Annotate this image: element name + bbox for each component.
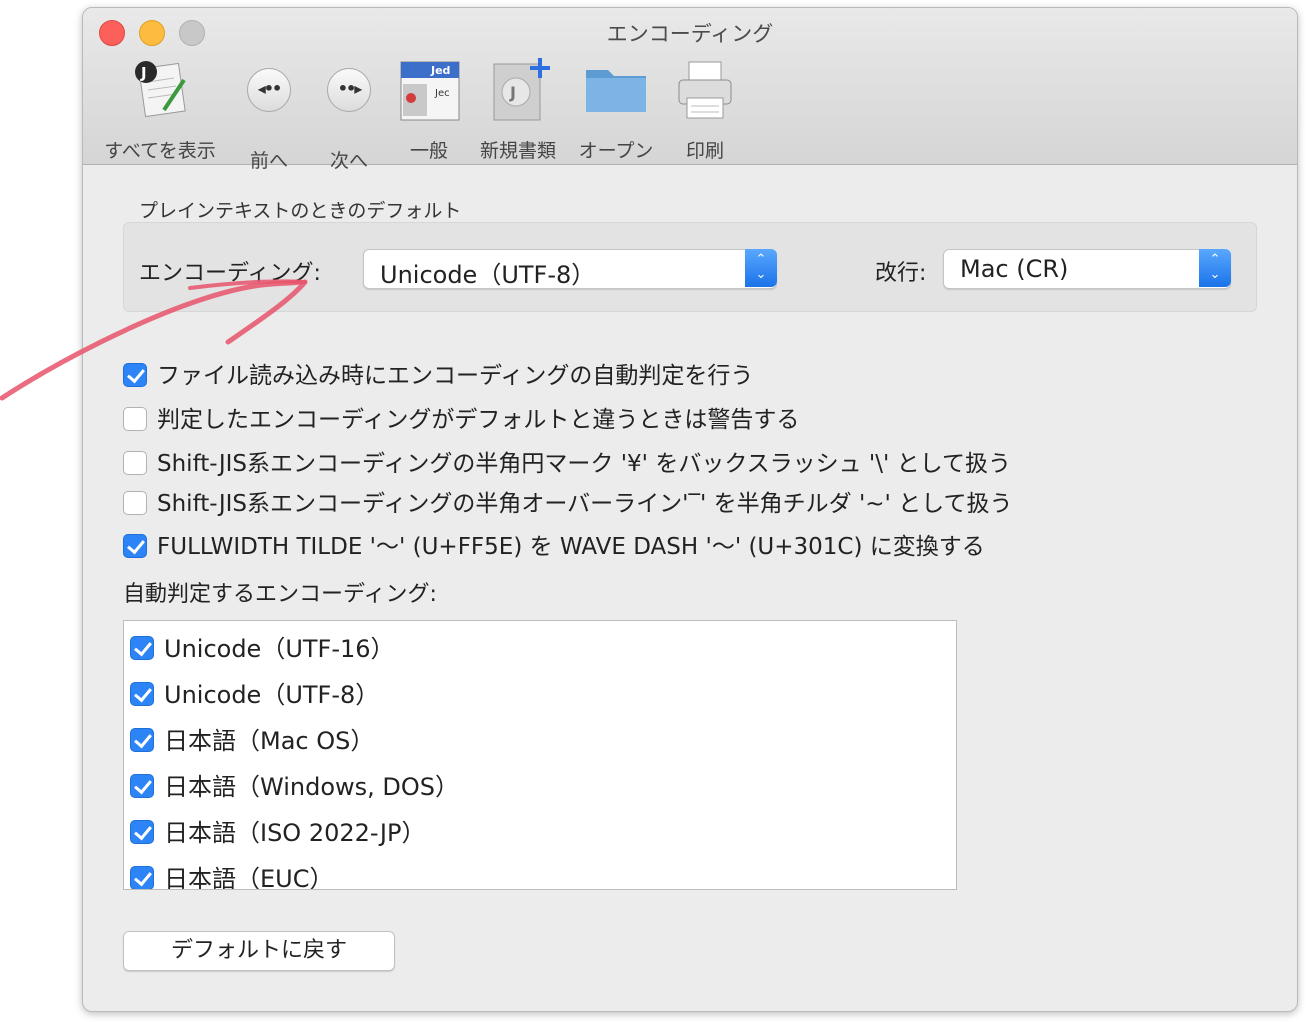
toolbar-label: 前へ	[249, 150, 288, 172]
list-item-label: 日本語（EUC）	[164, 865, 334, 890]
checkbox[interactable]	[130, 636, 154, 660]
checkbox[interactable]	[123, 490, 147, 515]
toolbar-label: 一般	[409, 140, 448, 162]
list-item[interactable]: 日本語（EUC）	[130, 859, 334, 890]
jedit-show-all-icon: J	[128, 58, 192, 122]
option-fullwidth-tilde[interactable]: FULLWIDTH TILDE '〜' (U+FF5E) を WAVE DASH…	[123, 527, 985, 561]
toolbar-show-all[interactable]: J すべてを表示	[95, 58, 225, 162]
window-title: エンコーディング	[606, 22, 774, 46]
list-item-label: 日本語（ISO 2022-JP）	[164, 819, 426, 847]
checkbox[interactable]	[130, 820, 154, 844]
svg-text:J: J	[509, 83, 516, 102]
checkbox[interactable]	[123, 533, 147, 558]
toolbar-label: 新規書類	[479, 140, 556, 162]
preferences-window: エンコーディング J すべてを表示 ◂•• 前へ ••▸ 次へ Jed Jec …	[82, 7, 1298, 1012]
folder-icon	[584, 58, 648, 122]
printer-icon	[673, 58, 737, 122]
toolbar-back[interactable]: ◂•• 前へ	[233, 58, 305, 172]
list-item-label: Unicode（UTF-8）	[164, 681, 380, 709]
toolbar-forward[interactable]: ••▸ 次へ	[313, 58, 385, 172]
option-label: FULLWIDTH TILDE '〜' (U+FF5E) を WAVE DASH…	[157, 534, 985, 560]
titlebar: エンコーディング J すべてを表示 ◂•• 前へ ••▸ 次へ Jed Jec …	[83, 8, 1297, 172]
list-item[interactable]: Unicode（UTF-8）	[130, 675, 379, 710]
encoding-popup[interactable]: Unicode（UTF-8） ⌃ ⌄	[363, 249, 777, 289]
toolbar-label: 印刷	[685, 140, 724, 162]
general-icon: Jed Jec	[397, 58, 461, 122]
list-item[interactable]: 日本語（ISO 2022-JP）	[130, 813, 425, 848]
toolbar-open[interactable]: オープン	[571, 58, 661, 162]
option-yen-backslash[interactable]: Shift-JIS系エンコーディングの半角円マーク '¥' をバックスラッシュ …	[123, 444, 1011, 478]
checkbox[interactable]	[130, 728, 154, 752]
toolbar-label: すべてを表示	[104, 140, 216, 162]
encoding-value: Unicode（UTF-8）	[380, 261, 596, 289]
checkbox[interactable]	[123, 450, 147, 475]
toolbar-new-document[interactable]: J 新規書類	[473, 58, 563, 162]
svg-text:J: J	[140, 64, 147, 82]
svg-text:Jed: Jed	[430, 64, 450, 77]
forward-icon: ••▸	[317, 68, 381, 132]
toolbar-label: 次へ	[329, 150, 368, 172]
toolbar-print[interactable]: 印刷	[669, 58, 741, 162]
option-label: ファイル読み込み時にエンコーディングの自動判定を行う	[157, 363, 754, 389]
new-document-icon: J	[486, 58, 550, 122]
toolbar-label: オープン	[578, 140, 654, 162]
updown-chevron-icon: ⌃ ⌄	[1199, 249, 1231, 287]
plain-default-title: プレインテキストのときのデフォルト	[139, 200, 462, 222]
reset-defaults-button[interactable]: デフォルトに戻す	[123, 931, 395, 971]
linebreak-label: 改行:	[875, 261, 927, 286]
svg-text:Jec: Jec	[434, 88, 450, 99]
checkbox[interactable]	[123, 406, 147, 431]
auto-detect-title: 自動判定するエンコーディング:	[123, 582, 437, 607]
option-auto-detect[interactable]: ファイル読み込み時にエンコーディングの自動判定を行う	[123, 356, 753, 390]
list-item[interactable]: 日本語（Windows, DOS）	[130, 767, 459, 802]
encoding-label: エンコーディング:	[139, 261, 321, 286]
option-overline-tilde[interactable]: Shift-JIS系エンコーディングの半角オーバーライン'‾' を半角チルダ '…	[123, 484, 1013, 518]
auto-detect-list[interactable]: Unicode（UTF-16） Unicode（UTF-8） 日本語（Mac O…	[123, 620, 957, 890]
linebreak-popup[interactable]: Mac (CR) ⌃ ⌄	[943, 249, 1231, 289]
checkbox[interactable]	[130, 682, 154, 706]
updown-chevron-icon: ⌃ ⌄	[745, 249, 777, 287]
list-item[interactable]: 日本語（Mac OS）	[130, 721, 374, 756]
toolbar-general[interactable]: Jed Jec 一般	[393, 58, 465, 162]
checkbox[interactable]	[130, 774, 154, 798]
list-item[interactable]: Unicode（UTF-16）	[130, 629, 395, 664]
list-item-label: Unicode（UTF-16）	[164, 635, 395, 663]
back-icon: ◂••	[237, 68, 301, 132]
checkbox[interactable]	[130, 866, 154, 889]
option-label: Shift-JIS系エンコーディングの半角オーバーライン'‾' を半角チルダ '…	[157, 491, 1013, 517]
linebreak-value: Mac (CR)	[960, 255, 1069, 283]
option-warn-mismatch[interactable]: 判定したエンコーディングがデフォルトと違うときは警告する	[123, 400, 799, 434]
list-item-label: 日本語（Windows, DOS）	[164, 773, 459, 801]
option-label: Shift-JIS系エンコーディングの半角円マーク '¥' をバックスラッシュ …	[157, 451, 1011, 477]
list-item-label: 日本語（Mac OS）	[164, 727, 375, 755]
checkbox[interactable]	[123, 362, 147, 387]
option-label: 判定したエンコーディングがデフォルトと違うときは警告する	[157, 407, 800, 433]
